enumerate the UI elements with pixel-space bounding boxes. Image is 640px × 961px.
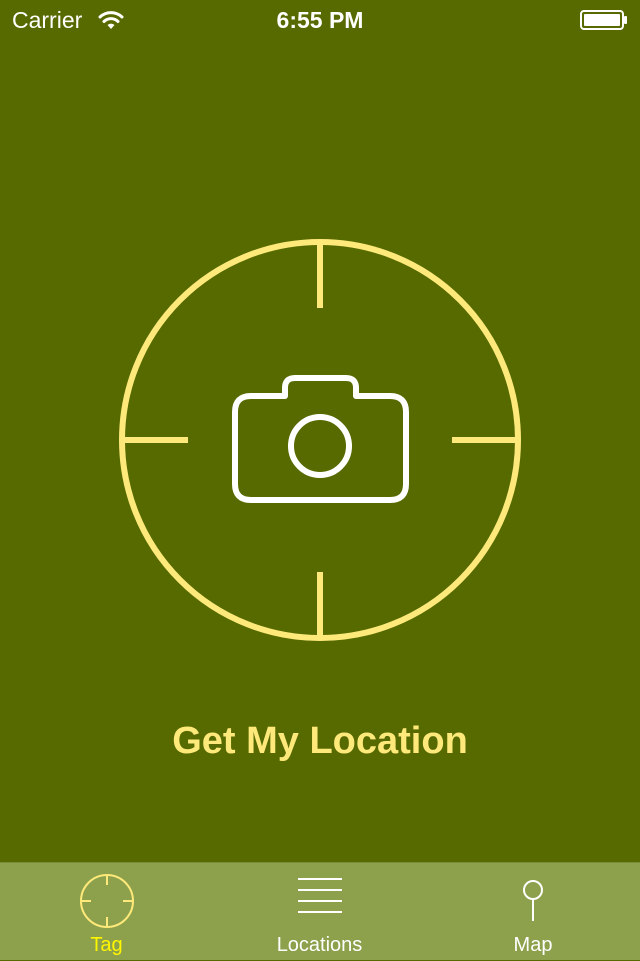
tab-map[interactable]: Map <box>426 863 640 961</box>
get-location-button[interactable]: Get My Location <box>0 716 640 766</box>
battery-full-icon <box>580 10 627 30</box>
status-time: 6:55 PM <box>276 7 364 33</box>
crosshair-icon <box>79 874 134 928</box>
camera-icon <box>232 375 409 503</box>
tab-label-tag: Tag <box>90 934 123 956</box>
tab-locations[interactable]: Locations <box>213 863 426 961</box>
list-icon <box>297 878 342 913</box>
tab-tag[interactable]: Tag <box>0 863 213 961</box>
take-photo-button[interactable] <box>118 238 522 642</box>
map-pin-icon <box>523 880 543 921</box>
tab-label-locations: Locations <box>276 934 363 956</box>
status-bar: Carrier 6:55 PM <box>0 0 640 40</box>
tab-label-map: Map <box>513 934 553 956</box>
tab-bar: Tag Locations Map <box>0 862 640 960</box>
crosshair-icon <box>119 239 521 641</box>
